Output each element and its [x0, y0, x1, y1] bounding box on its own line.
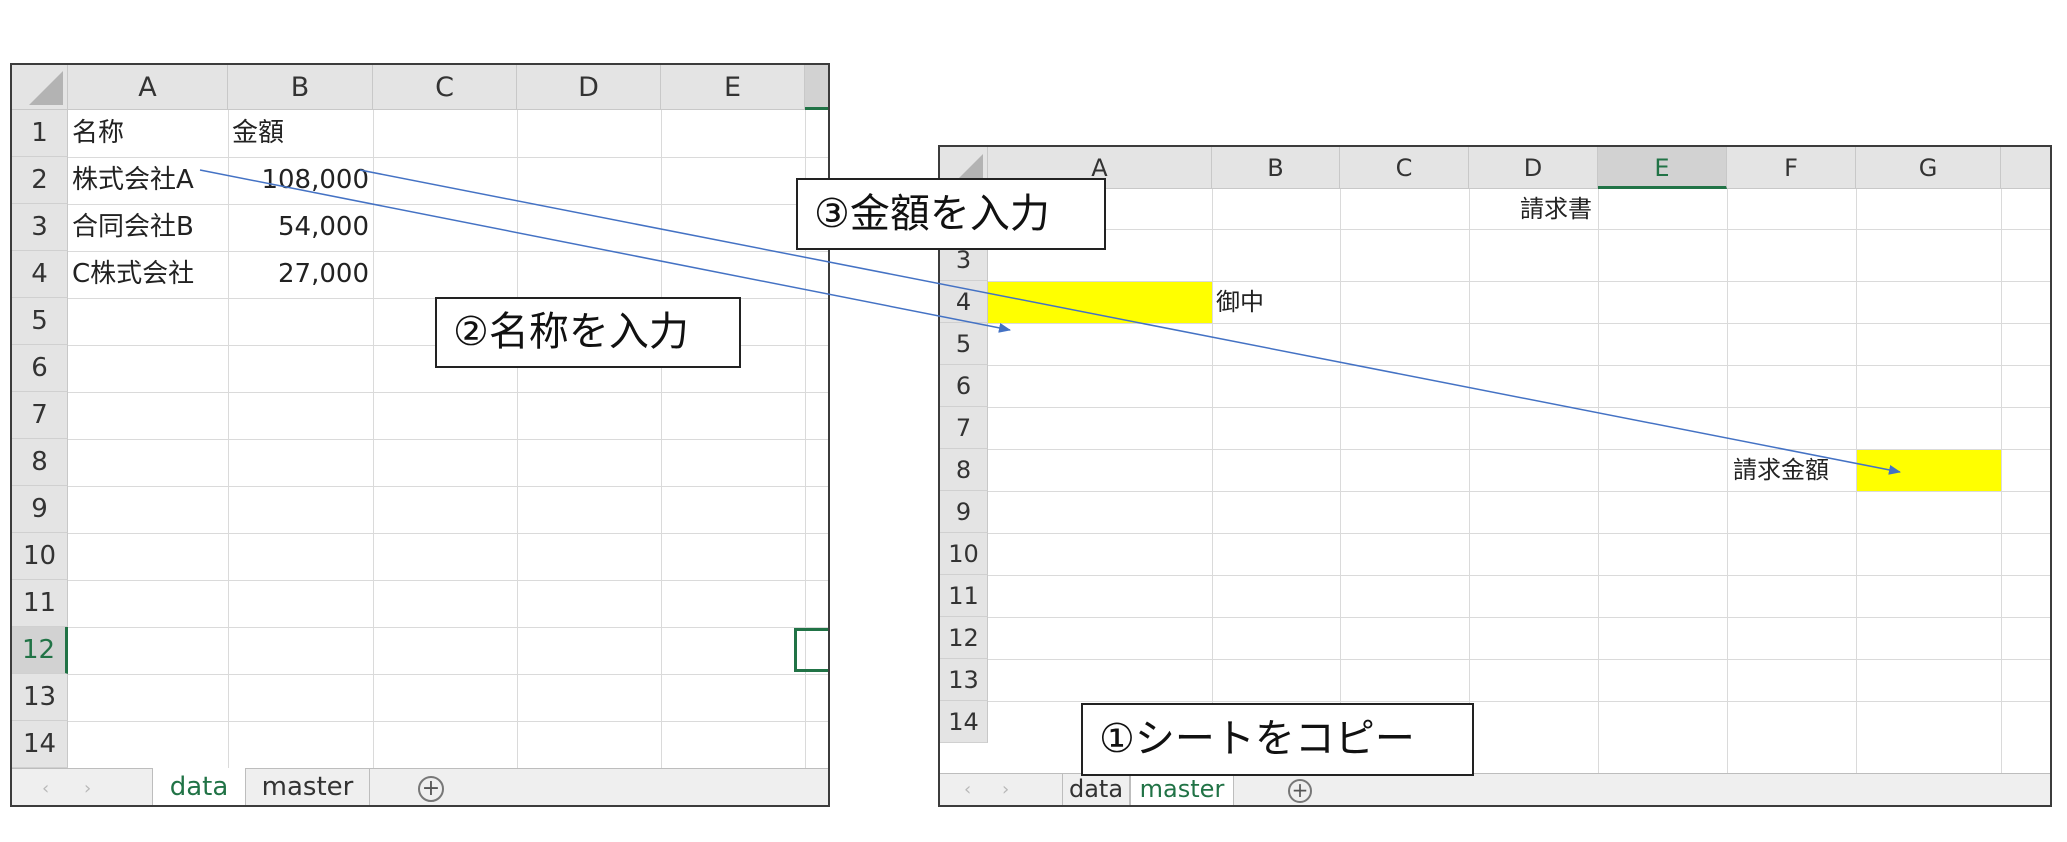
row-header-6[interactable]: 6 — [940, 365, 988, 407]
row-header-12[interactable]: 12 — [940, 617, 988, 659]
gridline — [68, 674, 828, 675]
cell-f8-amount-label[interactable]: 請求金額 — [1733, 449, 1856, 491]
row-header-3[interactable]: 3 — [12, 204, 68, 251]
row-header-13[interactable]: 13 — [940, 659, 988, 701]
gridline — [988, 701, 2050, 702]
cell-a1[interactable]: 名称 — [72, 110, 228, 157]
column-header-e[interactable]: E — [661, 65, 805, 110]
tab-data[interactable]: data — [152, 768, 246, 805]
gridline — [988, 365, 2050, 366]
row-header-8[interactable]: 8 — [940, 449, 988, 491]
gridline — [988, 659, 2050, 660]
row-header-5[interactable]: 5 — [940, 323, 988, 365]
row-header-5[interactable]: 5 — [12, 298, 68, 345]
row-header-10[interactable]: 10 — [12, 533, 68, 580]
gridline — [1469, 189, 1470, 773]
callout-step-1-copy-sheet: ①シートをコピー — [1081, 703, 1474, 776]
gridline — [68, 486, 828, 487]
column-header-f[interactable]: F — [1727, 147, 1856, 189]
scroll-right-arrow-icon[interactable]: › — [84, 778, 91, 799]
gridline — [1340, 189, 1341, 773]
scroll-left-arrow-icon[interactable]: ‹ — [964, 779, 971, 800]
tab-data[interactable]: data — [1062, 773, 1130, 805]
gridline — [68, 580, 828, 581]
add-sheet-icon[interactable]: + — [1288, 779, 1312, 803]
gridline — [988, 407, 2050, 408]
callout-step-2-enter-name: ②名称を入力 — [435, 297, 741, 368]
gridline — [988, 533, 2050, 534]
column-header-b[interactable]: B — [228, 65, 373, 110]
cell-b2[interactable]: 108,000 — [228, 157, 373, 204]
gridline — [988, 617, 2050, 618]
column-header-d[interactable]: D — [517, 65, 661, 110]
cell-b3[interactable]: 54,000 — [228, 204, 373, 251]
row-header-14[interactable]: 14 — [12, 721, 68, 768]
gridline — [988, 491, 2050, 492]
row-header-7[interactable]: 7 — [940, 407, 988, 449]
cell-b4[interactable]: 27,000 — [228, 251, 373, 298]
row-header-13[interactable]: 13 — [12, 674, 68, 721]
add-sheet-icon[interactable]: + — [418, 776, 444, 802]
scroll-right-arrow-icon[interactable]: › — [1002, 779, 1009, 800]
gridline — [68, 392, 828, 393]
cell-b4-onchu[interactable]: 御中 — [1216, 281, 1340, 323]
active-cell-selection[interactable] — [794, 628, 828, 672]
row-header-7[interactable]: 7 — [12, 392, 68, 439]
gridline — [988, 575, 2050, 576]
row-header-11[interactable]: 11 — [12, 580, 68, 627]
gridline — [517, 110, 518, 770]
gridline — [988, 229, 2050, 230]
cell-a4[interactable]: C株式会社 — [72, 251, 228, 298]
callout-step-3-enter-amount: ③金額を入力 — [796, 178, 1106, 250]
column-header-e[interactable]: E — [1598, 147, 1727, 189]
gridline — [1598, 189, 1599, 773]
row-header-4[interactable]: 4 — [12, 251, 68, 298]
gridline — [988, 323, 2050, 324]
row-header-4[interactable]: 4 — [940, 281, 988, 323]
row-header-9[interactable]: 9 — [940, 491, 988, 533]
column-header-c[interactable]: C — [1340, 147, 1469, 189]
column-header-c[interactable]: C — [373, 65, 517, 110]
tab-master[interactable]: master — [1130, 773, 1234, 805]
cell-b1[interactable]: 金額 — [232, 110, 373, 157]
row-header-1[interactable]: 1 — [12, 110, 68, 157]
gridline — [68, 533, 828, 534]
row-header-8[interactable]: 8 — [12, 439, 68, 486]
column-header-d[interactable]: D — [1469, 147, 1598, 189]
gridline — [68, 439, 828, 440]
row-header-12[interactable]: 12 — [12, 627, 68, 674]
gridline — [68, 721, 828, 722]
column-header-g[interactable]: G — [1856, 147, 2001, 189]
row-header-9[interactable]: 9 — [12, 486, 68, 533]
scroll-left-arrow-icon[interactable]: ‹ — [42, 778, 49, 799]
row-header-10[interactable]: 10 — [940, 533, 988, 575]
invoice-title-cell[interactable]: 請求書 — [1520, 189, 1720, 229]
column-header-f-partial[interactable] — [805, 65, 828, 110]
cell-a3[interactable]: 合同会社B — [72, 204, 228, 251]
recipient-name-cell[interactable] — [988, 282, 1212, 323]
gridline — [373, 110, 374, 770]
row-header-14[interactable]: 14 — [940, 701, 988, 743]
gridline — [1212, 189, 1213, 773]
row-header-2[interactable]: 2 — [12, 157, 68, 204]
select-all-corner[interactable] — [12, 65, 68, 110]
gridline — [68, 627, 828, 628]
gridline — [1727, 189, 1728, 773]
row-header-6[interactable]: 6 — [12, 345, 68, 392]
column-header-h-partial[interactable] — [2001, 147, 2050, 189]
cell-a2[interactable]: 株式会社A — [72, 157, 228, 204]
tab-master[interactable]: master — [246, 768, 370, 805]
column-header-a[interactable]: A — [68, 65, 228, 110]
left-spreadsheet: A B C D E 1 2 3 4 5 6 7 8 9 10 11 12 13 … — [10, 63, 830, 807]
gridline — [661, 110, 662, 770]
amount-cell[interactable] — [1857, 450, 2001, 491]
gridline — [2001, 189, 2002, 773]
row-header-11[interactable]: 11 — [940, 575, 988, 617]
column-header-b[interactable]: B — [1212, 147, 1340, 189]
